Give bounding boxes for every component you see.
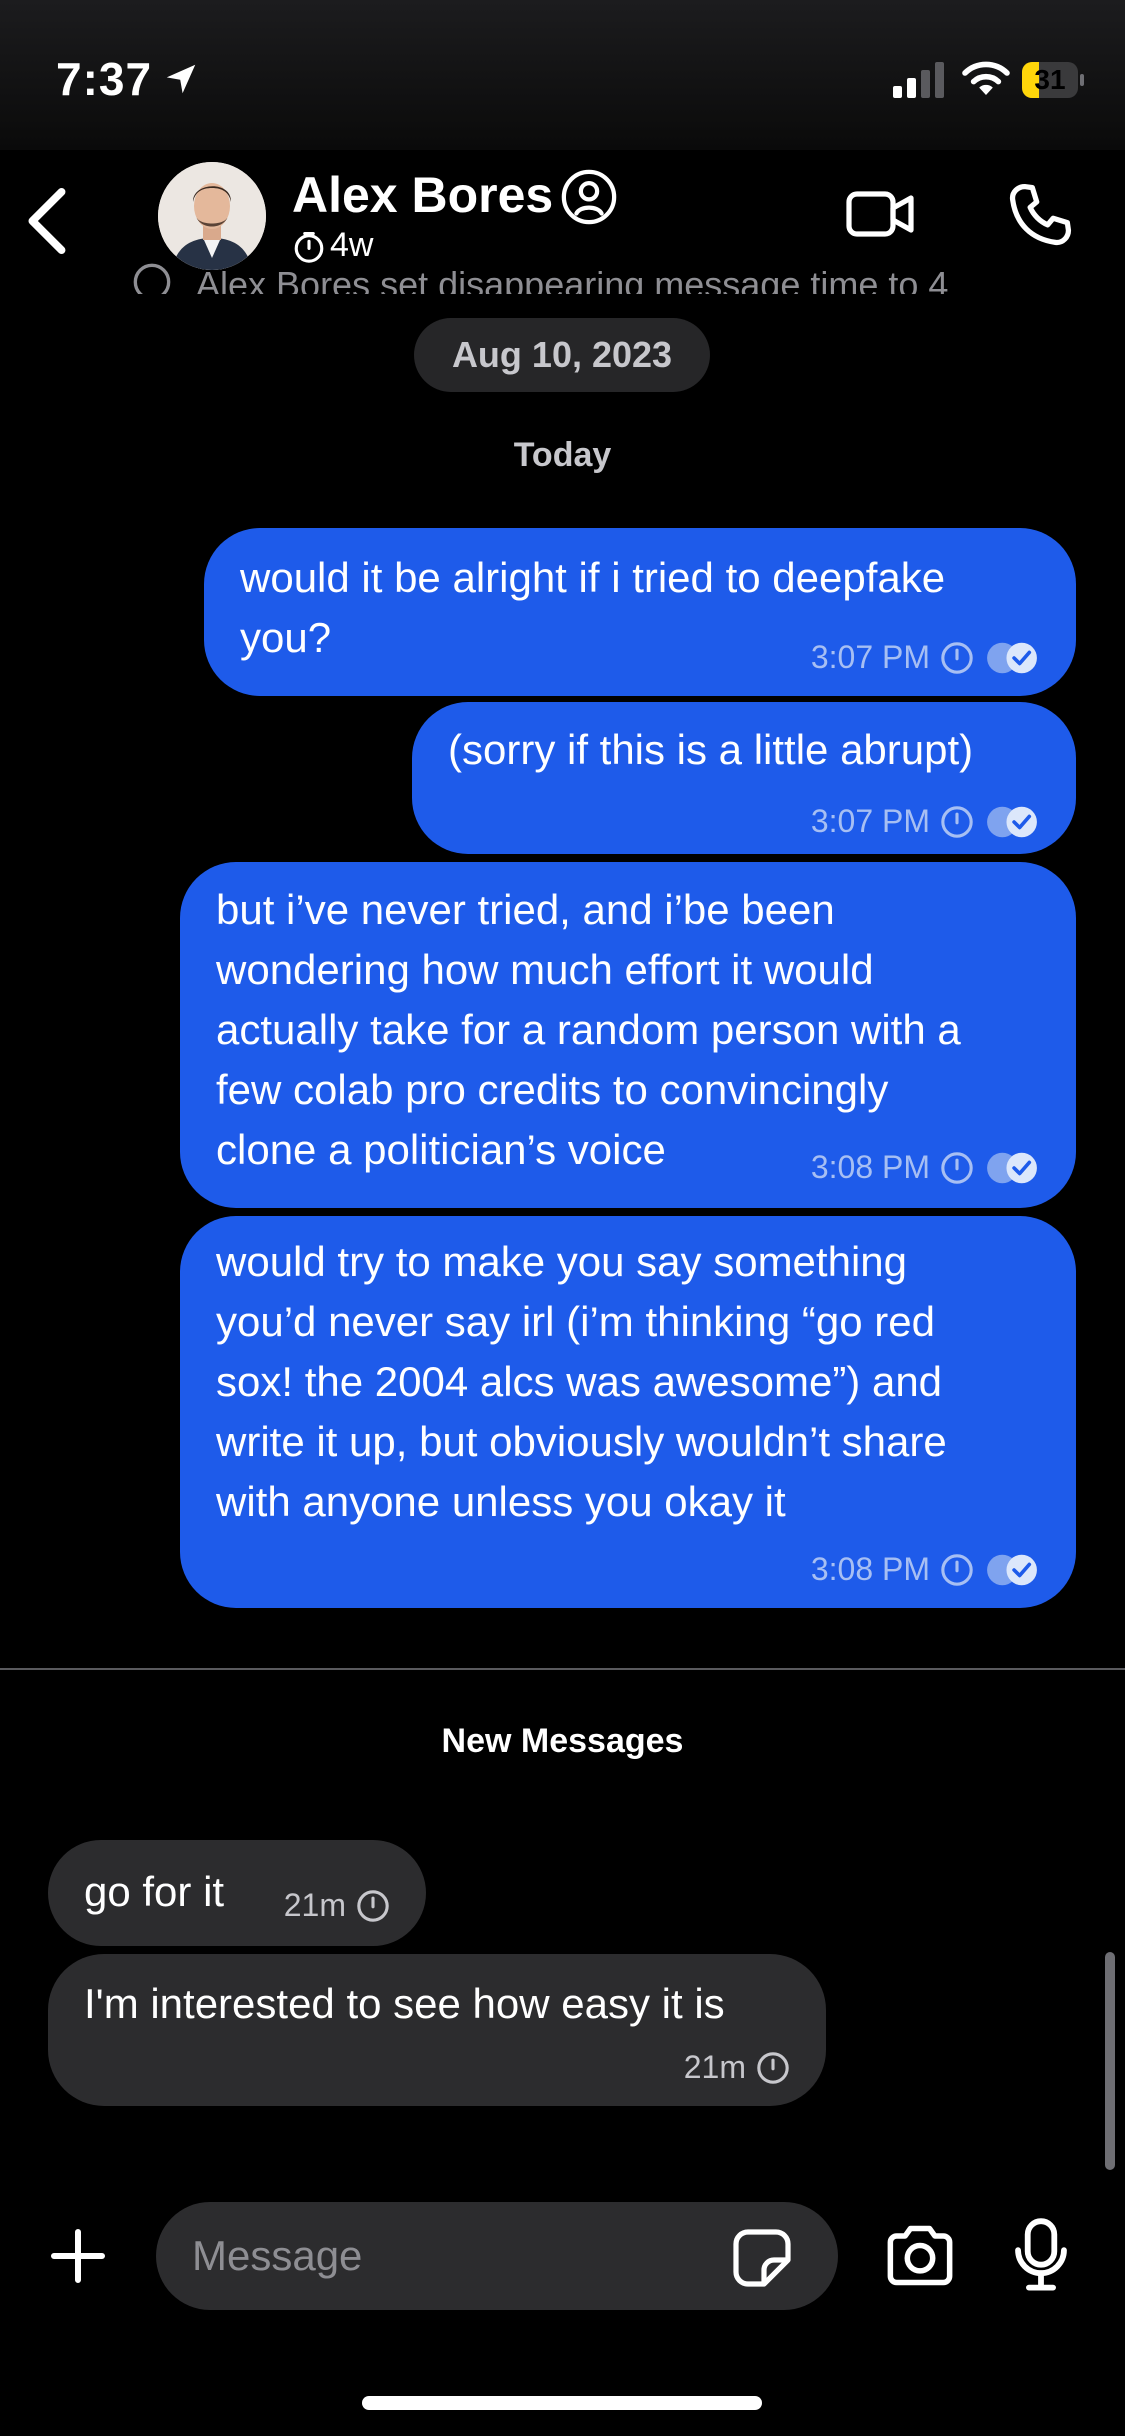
message-time: 3:07 PM xyxy=(810,639,930,675)
sticker-icon[interactable] xyxy=(730,2226,794,2290)
timer-icon xyxy=(941,641,973,674)
video-camera-icon[interactable] xyxy=(845,184,917,244)
double-check-icon xyxy=(987,806,1037,837)
message-text: would try to make you say something you’… xyxy=(216,1238,947,1525)
message-time: 3:08 PM xyxy=(810,1551,930,1587)
status-time: 7:37 xyxy=(56,53,153,105)
new-messages-divider xyxy=(0,1668,1125,1670)
location-arrow-icon xyxy=(166,64,196,94)
message-text: but i’ve never tried, and i’be been wond… xyxy=(216,886,961,1173)
message-meta: 21m xyxy=(284,1887,390,1924)
double-check-icon xyxy=(987,642,1037,673)
camera-icon[interactable] xyxy=(884,2222,956,2288)
system-message-text: Alex Bores set disappearing message time… xyxy=(196,264,949,294)
outgoing-message[interactable]: would try to make you say something you’… xyxy=(180,1216,1076,1608)
profile-circle-icon[interactable] xyxy=(560,168,618,226)
message-time: 3:08 PM xyxy=(810,1149,930,1185)
wifi-icon xyxy=(962,61,1010,95)
message-time: 21m xyxy=(283,1887,346,1923)
outgoing-message[interactable]: but i’ve never tried, and i’be been wond… xyxy=(180,862,1076,1208)
message-text: I'm interested to see how easy it is xyxy=(84,1980,725,2027)
message-input[interactable] xyxy=(192,2226,712,2286)
message-text: go for it xyxy=(84,1868,225,1915)
battery-indicator: 31 xyxy=(1022,62,1084,98)
timer-icon xyxy=(757,2051,789,2084)
system-message: Alex Bores set disappearing message time… xyxy=(132,258,1032,294)
message-meta: 3:08 PM xyxy=(811,1149,1040,1186)
message-meta: 21m xyxy=(684,2049,790,2086)
double-check-icon xyxy=(987,1554,1037,1585)
contact-name[interactable]: Alex Bores xyxy=(292,166,553,224)
message-text: (sorry if this is a little abrupt) xyxy=(448,726,974,773)
incoming-message[interactable]: go for it 21m xyxy=(48,1840,426,1946)
date-separator: Aug 10, 2023 xyxy=(414,318,710,392)
timer-icon xyxy=(133,263,171,294)
timer-icon xyxy=(357,1889,389,1922)
phone-icon[interactable] xyxy=(1005,180,1075,250)
new-messages-label: New Messages xyxy=(441,1722,684,1760)
message-time: 3:07 PM xyxy=(810,803,930,839)
plus-icon[interactable] xyxy=(48,2226,108,2286)
status-bar: 7:37 31 xyxy=(0,0,1125,150)
timer-icon xyxy=(941,1553,973,1586)
incoming-message[interactable]: I'm interested to see how easy it is 21m xyxy=(48,1954,826,2106)
timer-icon xyxy=(941,1151,973,1184)
cellular-signal-icon xyxy=(893,62,944,98)
day-separator: Today xyxy=(513,436,612,474)
double-check-icon xyxy=(987,1152,1037,1183)
message-time: 21m xyxy=(683,2049,746,2085)
outgoing-message[interactable]: (sorry if this is a little abrupt) 3:07 … xyxy=(412,702,1076,854)
outgoing-message[interactable]: would it be alright if i tried to deepfa… xyxy=(204,528,1076,696)
timer-icon xyxy=(941,805,973,838)
scrollbar[interactable] xyxy=(1105,1952,1115,2170)
microphone-icon[interactable] xyxy=(1012,2216,1070,2294)
message-composer[interactable] xyxy=(156,2202,838,2310)
avatar[interactable] xyxy=(158,162,266,270)
message-meta: 3:07 PM xyxy=(811,639,1040,676)
message-meta: 3:07 PM xyxy=(811,803,1040,840)
home-indicator[interactable] xyxy=(362,2396,762,2410)
message-meta: 3:08 PM xyxy=(811,1551,1040,1588)
battery-level: 31 xyxy=(1034,64,1066,95)
back-chevron-icon[interactable] xyxy=(22,186,70,256)
